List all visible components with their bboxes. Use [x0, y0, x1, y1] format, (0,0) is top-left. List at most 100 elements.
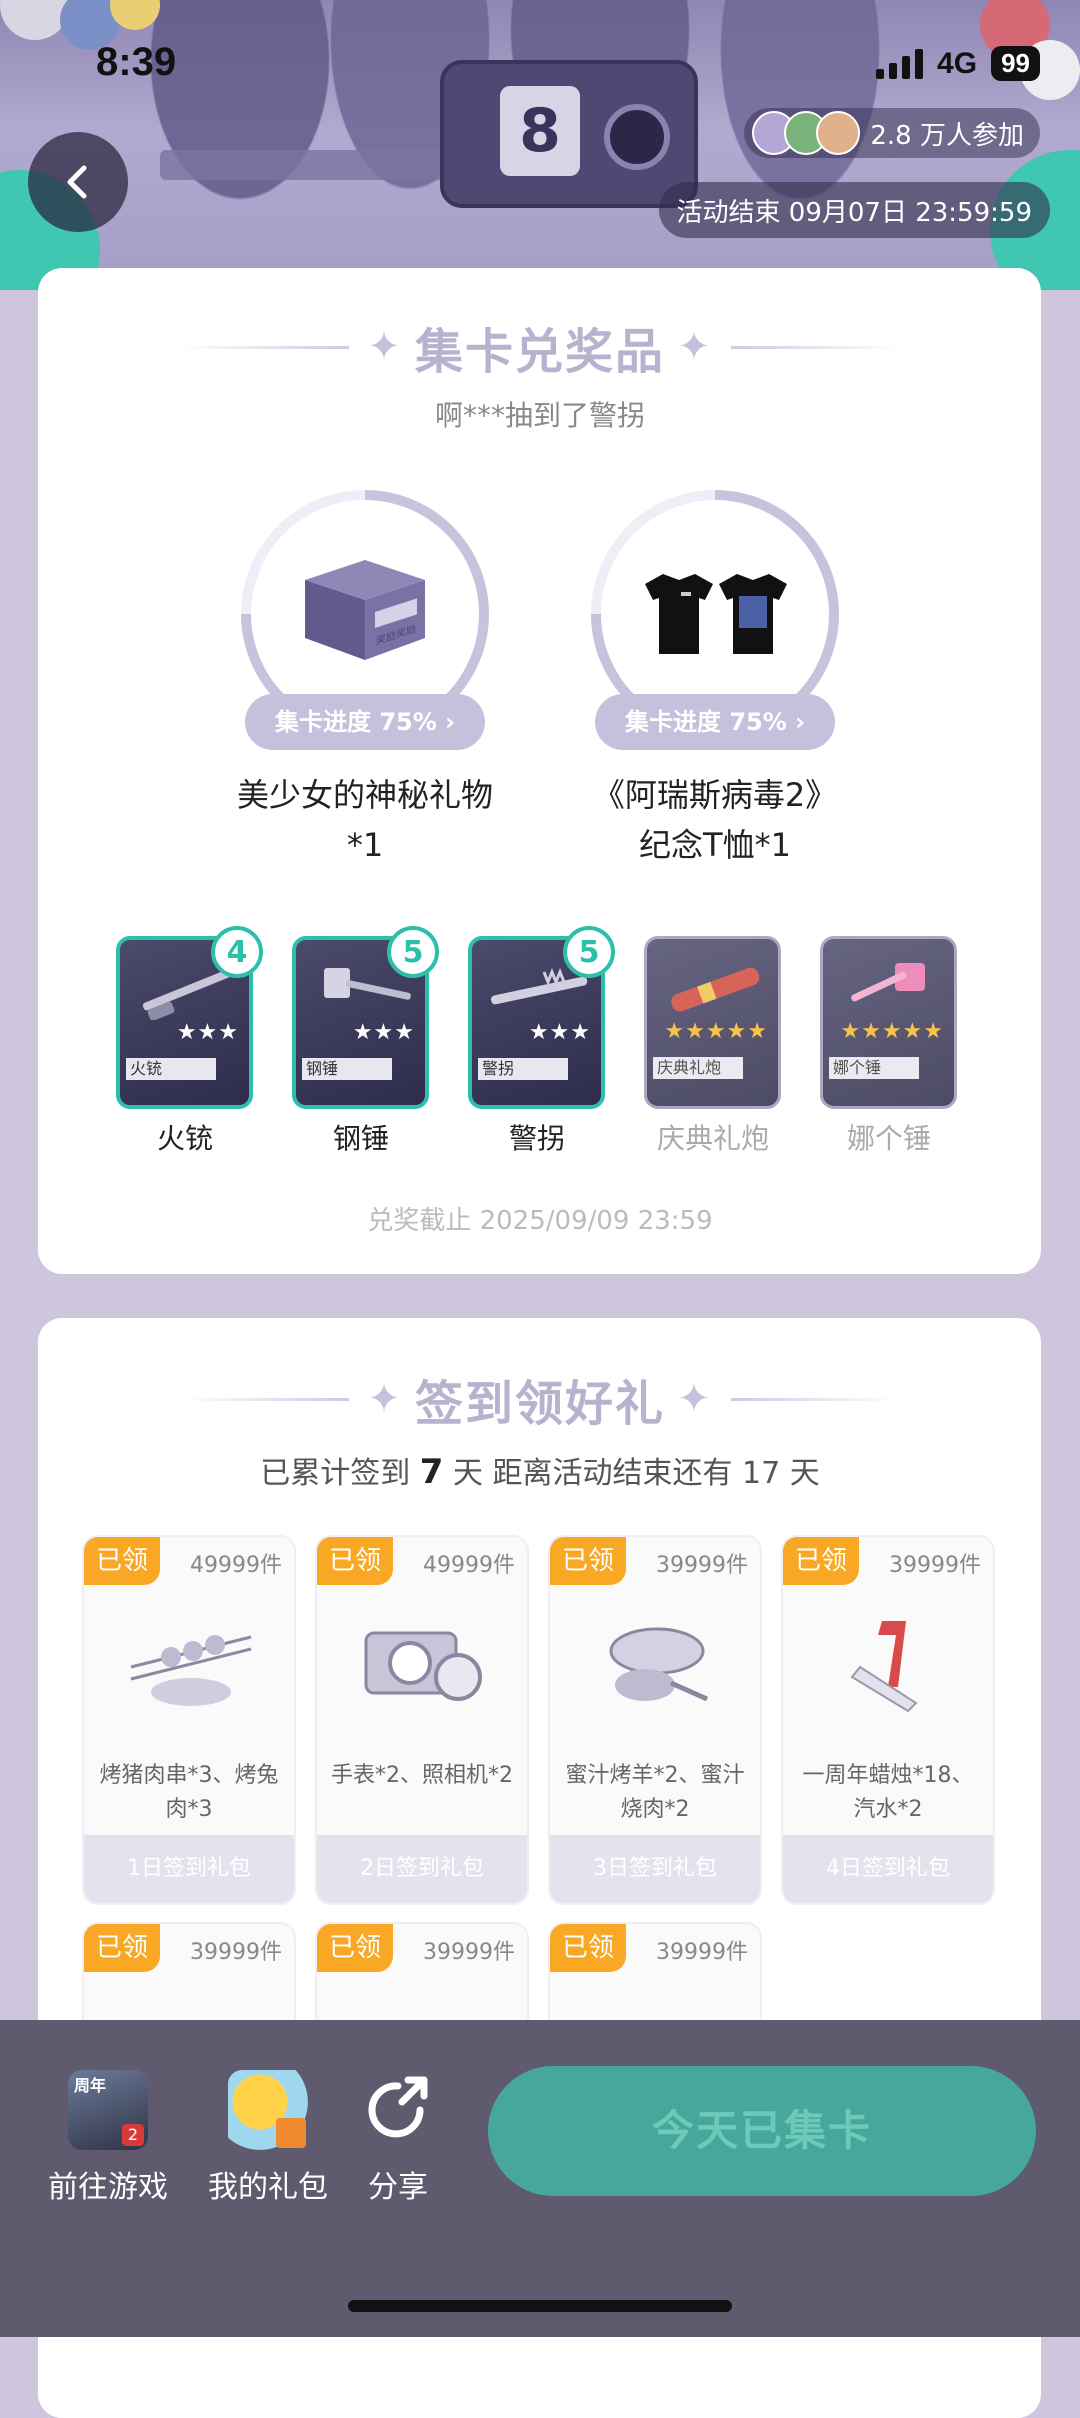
- progress-pill[interactable]: 集卡进度 75% ›: [245, 694, 485, 750]
- activity-end-time: 活动结束 09月07日 23:59:59: [658, 182, 1050, 238]
- prize-name-line2: *1: [346, 826, 384, 864]
- card-tag: 钢锤: [302, 1058, 392, 1080]
- participants-badge: 2.8 万人参加: [744, 108, 1040, 158]
- card-count-badge: 5: [563, 926, 615, 978]
- go-to-game-button[interactable]: 周年 2 前往游戏: [28, 2070, 188, 2206]
- card-nage-chui[interactable]: ★★★★★ 娜个锤: [820, 936, 957, 1109]
- signal-icon: [876, 48, 924, 79]
- signin-gift-day3[interactable]: 已领 39999件 蜜汁烤羊*2、蜜汁烧肉*2 3日签到礼包: [548, 1535, 762, 1905]
- status-indicators: 4G 99: [876, 46, 1040, 81]
- gift-stock: 39999件: [656, 1553, 748, 1578]
- collectible-cards-row: ★★★ 火铳 4 ★★★ 钢锤 5 ★★★ 警拐 5 ★★★★★ 庆典礼炮 ★★…: [0, 926, 1080, 1109]
- gift-day-label: 2日签到礼包: [317, 1835, 527, 1903]
- signin-summary: 已累计签到 7 天 距离活动结束还有 17 天: [0, 1448, 1080, 1492]
- pink-hammer-image: [851, 963, 925, 1002]
- card-stars: ★★★: [176, 1020, 239, 1045]
- card-qingdian-lipao[interactable]: ★★★★★ 庆典礼炮: [644, 936, 781, 1109]
- go-to-game-label: 前往游戏: [48, 2170, 168, 2205]
- card-stars: ★★★: [352, 1020, 415, 1045]
- gift-day-label: 4日签到礼包: [783, 1835, 993, 1903]
- prize-section-title: 集卡兑奖品: [414, 324, 665, 380]
- card-ganggui[interactable]: ★★★ 钢锤 5: [292, 926, 439, 1109]
- game-app-icon: 周年 2: [68, 2070, 148, 2150]
- gift-stock: 49999件: [423, 1553, 515, 1578]
- gift-bag-icon: [228, 2070, 308, 2150]
- skewer-image: [130, 1635, 252, 1706]
- signin-gift-day1[interactable]: 已领 49999件 烤猪肉串*3、烤兔肉*3 1日签到礼包: [82, 1535, 296, 1905]
- signin-section-title: 签到领好礼: [414, 1376, 665, 1432]
- home-indicator: [348, 2300, 732, 2312]
- progress-pill[interactable]: 集卡进度 75% ›: [595, 694, 835, 750]
- claimed-badge: 已领: [783, 1537, 859, 1585]
- firecracker-image: [671, 967, 760, 1012]
- claimed-badge: 已领: [84, 1924, 160, 1972]
- share-icon: [358, 2070, 438, 2150]
- card-count-badge: 5: [387, 926, 439, 978]
- gift-day-label: 1日签到礼包: [84, 1835, 294, 1903]
- chevron-right-icon: ›: [795, 708, 806, 736]
- collect-today-button[interactable]: 今天已集卡: [488, 2066, 1036, 2196]
- prize-name: 《阿瑞斯病毒2》 纪念T恤*1: [565, 770, 865, 870]
- card-tag: 庆典礼炮: [653, 1057, 743, 1079]
- battery-icon: 99: [991, 46, 1040, 81]
- progress-label: 集卡进度 75%: [624, 708, 787, 736]
- card-stars: ★★★★★: [840, 1019, 944, 1044]
- hero-camera: 8: [440, 60, 698, 208]
- card-label: 庆典礼炮: [656, 1122, 769, 1155]
- signin-gift-day2[interactable]: 已领 49999件 手表*2、照相机*2 2日签到礼包: [315, 1535, 529, 1905]
- claimed-badge: 已领: [317, 1924, 393, 1972]
- back-button[interactable]: [28, 132, 128, 232]
- card-label: 钢锤: [332, 1122, 389, 1155]
- four-point-star-icon: ✦: [677, 324, 713, 370]
- game-icon-badge: 2: [122, 2124, 144, 2146]
- four-point-star-icon: ✦: [367, 324, 403, 370]
- camera-counter: 8: [500, 86, 580, 176]
- card-huochong[interactable]: ★★★ 火铳 4: [116, 926, 263, 1109]
- signin-prefix: 已累计签到: [260, 1456, 411, 1491]
- card-tag: 娜个锤: [829, 1057, 919, 1079]
- card-stars: ★★★★★: [664, 1019, 768, 1044]
- back-arrow-icon: [67, 165, 87, 199]
- claimed-badge: 已领: [550, 1537, 626, 1585]
- progress-label: 集卡进度 75%: [274, 708, 437, 736]
- prize-item-tshirt[interactable]: 集卡进度 75% › 《阿瑞斯病毒2》 纪念T恤*1: [565, 490, 865, 870]
- gift-desc: 一周年蜡烛*18、汽水*2: [802, 1763, 974, 1822]
- camera-watch-image: [364, 1631, 482, 1701]
- gift-desc: 蜜汁烤羊*2、蜜汁烧肉*2: [565, 1763, 745, 1822]
- share-button[interactable]: 分享: [318, 2070, 478, 2206]
- card-label: 娜个锤: [846, 1122, 931, 1155]
- gift-desc: 手表*2、照相机*2: [331, 1763, 513, 1788]
- gift-day-label: 3日签到礼包: [550, 1835, 760, 1903]
- four-point-star-icon: ✦: [677, 1376, 713, 1422]
- participants-count: 2.8 万人参加: [870, 120, 1024, 151]
- card-tag: 警拐: [478, 1058, 568, 1080]
- gift-stock: 39999件: [423, 1940, 515, 1965]
- avatar: [816, 111, 861, 155]
- prize-section-title-wrap: ✦ 集卡兑奖品 ✦: [0, 312, 1080, 382]
- prize-name-line2: 纪念T恤*1: [639, 826, 791, 864]
- tshirt-image: [645, 574, 787, 654]
- hero-bench: [160, 150, 460, 180]
- card-count-badge: 4: [211, 926, 263, 978]
- card-jinggui[interactable]: ★★★ 警拐 5: [468, 926, 615, 1109]
- signin-gift-day4[interactable]: 已领 39999件 一周年蜡烛*18、汽水*2 4日签到礼包: [781, 1535, 995, 1905]
- gift-box-image: 奖励奖励: [305, 560, 425, 660]
- signin-days: 7: [419, 1452, 444, 1492]
- four-point-star-icon: ✦: [367, 1376, 403, 1422]
- share-label: 分享: [368, 2170, 428, 2205]
- card-label: 警拐: [508, 1122, 565, 1155]
- network-type: 4G: [937, 46, 978, 80]
- signin-suffix: 天 距离活动结束还有 17 天: [452, 1456, 820, 1491]
- game-icon-text: 周年: [74, 2076, 107, 2095]
- claimed-badge: 已领: [84, 1537, 160, 1585]
- prize-item-mystery-gift[interactable]: 奖励奖励 集卡进度 75% › 美少女的神秘礼物 *1: [215, 490, 515, 870]
- prize-name-line1: 《阿瑞斯病毒2》: [592, 776, 838, 814]
- gift-stock: 39999件: [656, 1940, 748, 1965]
- signin-section-title-wrap: ✦ 签到领好礼 ✦: [0, 1364, 1080, 1434]
- card-label: 火铳: [156, 1122, 213, 1155]
- participant-avatars: [752, 111, 861, 155]
- gift-stock: 39999件: [889, 1553, 981, 1578]
- status-time: 8:39: [96, 40, 177, 84]
- gift-stock: 39999件: [190, 1940, 282, 1965]
- claimed-badge: 已领: [550, 1924, 626, 1972]
